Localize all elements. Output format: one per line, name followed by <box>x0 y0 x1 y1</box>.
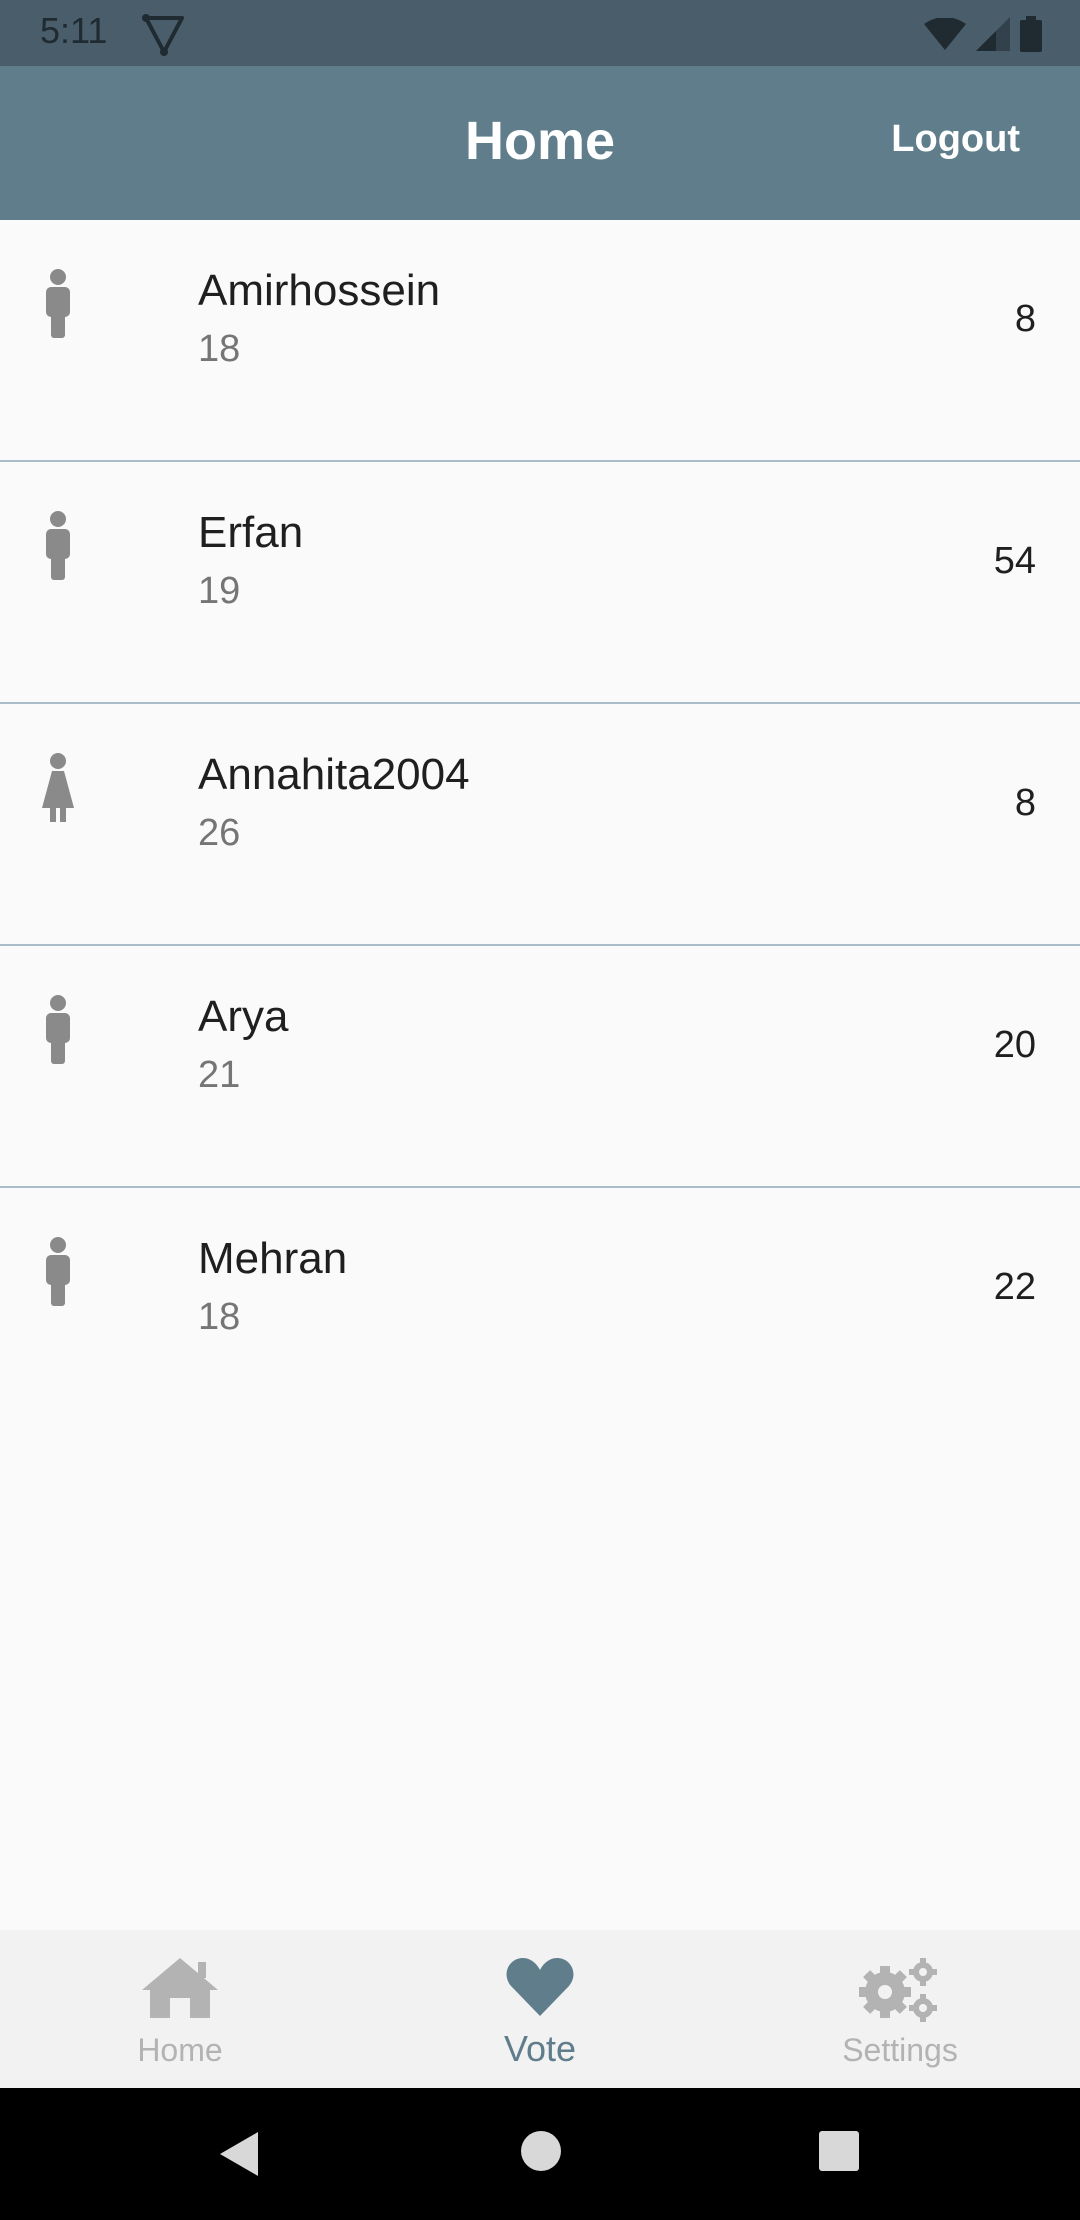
nav-item-settings[interactable]: Settings <box>720 1930 1080 2088</box>
app-bar: Home Logout <box>0 66 1080 220</box>
list-item[interactable]: Annahita2004 26 8 <box>0 704 1080 946</box>
nav-item-home[interactable]: Home <box>0 1930 360 2088</box>
wifi-icon <box>924 18 966 50</box>
male-person-icon <box>46 995 70 1064</box>
list-item[interactable]: Amirhossein 18 8 <box>0 220 1080 462</box>
list-item[interactable]: Erfan 19 54 <box>0 462 1080 704</box>
navigation-arrow-icon <box>142 14 184 56</box>
back-icon[interactable] <box>218 2130 260 2178</box>
user-age: 18 <box>198 1296 241 1338</box>
list-item[interactable]: Arya 21 20 <box>0 946 1080 1188</box>
user-age: 19 <box>198 570 241 612</box>
heart-icon <box>506 1958 574 2016</box>
list-item[interactable]: Mehran 18 22 <box>0 1188 1080 1430</box>
user-list: Amirhossein 18 8 Erfan 19 54 Annahita200… <box>0 220 1080 1430</box>
house-icon <box>142 1958 218 2018</box>
nav-label-settings: Settings <box>842 2032 958 2068</box>
male-person-icon <box>46 269 70 338</box>
bottom-navigation: Home Vote Settings <box>0 1930 1080 2088</box>
user-name: Amirhossein <box>198 266 441 315</box>
logout-button[interactable]: Logout <box>891 118 1020 161</box>
vote-count: 22 <box>993 1266 1036 1308</box>
vote-count: 54 <box>993 540 1036 582</box>
cell-signal-icon <box>976 17 1010 51</box>
user-name: Annahita2004 <box>198 750 470 799</box>
system-navigation-bar <box>0 2088 1080 2220</box>
status-icons <box>924 14 1042 54</box>
user-age: 18 <box>198 328 241 370</box>
home-circle-icon[interactable] <box>520 2130 562 2172</box>
user-name: Mehran <box>198 1234 348 1283</box>
user-age: 26 <box>198 812 241 854</box>
nav-label-home: Home <box>137 2032 223 2068</box>
vote-count: 8 <box>1014 782 1036 824</box>
gears-icon <box>859 1958 937 2022</box>
user-name: Arya <box>198 992 289 1041</box>
recents-square-icon[interactable] <box>818 2130 860 2172</box>
vote-count: 8 <box>1014 298 1036 340</box>
nav-item-vote[interactable]: Vote <box>360 1930 720 2088</box>
vote-count: 20 <box>993 1024 1036 1066</box>
status-bar: 5:11 <box>0 0 1080 66</box>
male-person-icon <box>46 1237 70 1306</box>
user-name: Erfan <box>198 508 304 557</box>
nav-label-vote: Vote <box>503 2028 577 2069</box>
user-age: 21 <box>198 1054 241 1096</box>
male-person-icon <box>46 511 70 580</box>
status-time: 5:11 <box>40 10 108 51</box>
female-person-icon <box>42 753 74 822</box>
battery-icon <box>1020 16 1042 52</box>
screen: 5:11 Home Logout Amirhossein 18 8 Erfan … <box>0 0 1080 2220</box>
